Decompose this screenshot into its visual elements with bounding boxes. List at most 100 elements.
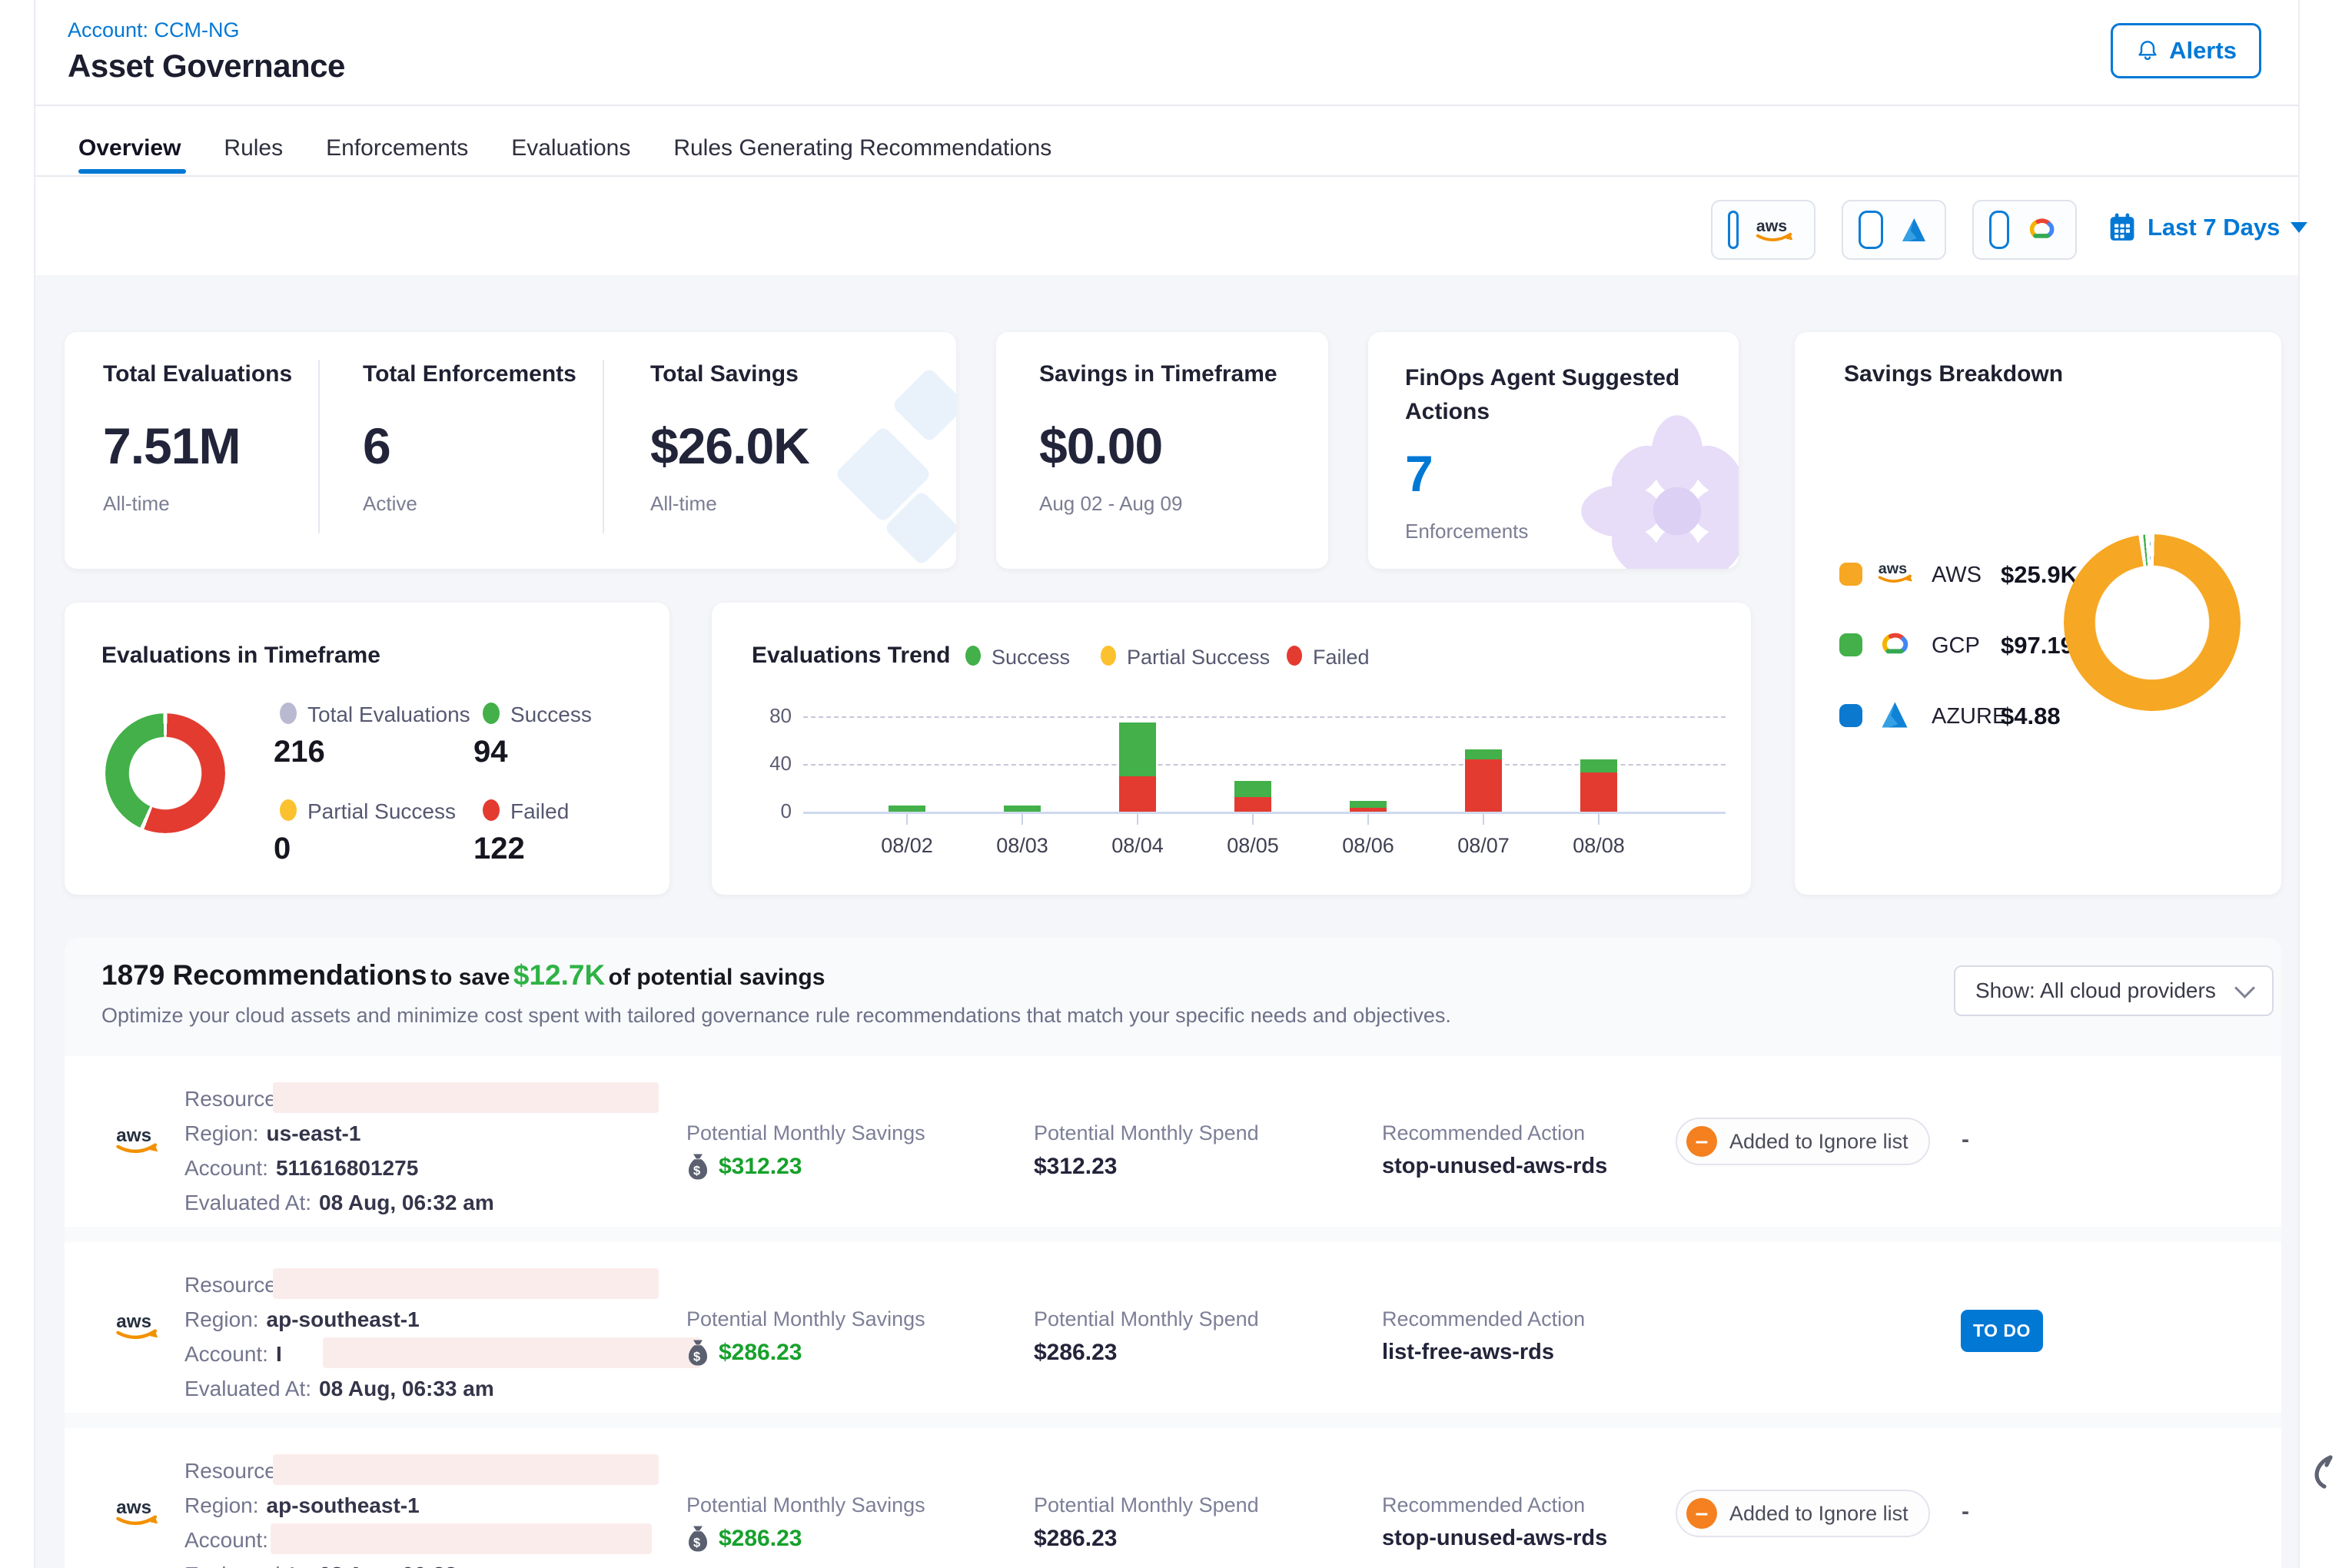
total-savings-sub: All-time: [650, 492, 717, 516]
trend-partial-dot: [1101, 646, 1116, 666]
azure-legend-name: AZURE: [1932, 704, 2007, 729]
savings-timeframe-value: $0.00: [1039, 417, 1162, 475]
money-bag-icon: $: [686, 1153, 709, 1184]
x-axis-tick-label: 08/02: [881, 834, 933, 858]
trend-bar-segment-failed: [1465, 759, 1502, 812]
gcp-legend-name: GCP: [1932, 633, 1980, 659]
aws-logo-icon: aws: [1876, 556, 1918, 591]
date-range-picker[interactable]: Last 7 Days: [2108, 212, 2307, 243]
azure-checkbox[interactable]: [1859, 211, 1883, 249]
recommendation-row[interactable]: aws Resource: Region:ap-southeast-1 Acco…: [65, 1242, 2281, 1413]
trend-bar-segment-success: [1004, 806, 1041, 812]
x-axis-tick-label: 08/07: [1457, 834, 1510, 858]
recommended-action-value: stop-unused-aws-rds: [1382, 1526, 1607, 1551]
stats-card-totals: Total Evaluations 7.51M All-time Total E…: [65, 332, 956, 569]
azure-legend-value: $4.88: [2001, 703, 2061, 730]
money-bag-icon: $: [686, 1339, 709, 1370]
tab-rules-generating-recommendations[interactable]: Rules Generating Recommendations: [673, 135, 1051, 161]
tabs-divider: [34, 175, 2298, 177]
aws-checkbox[interactable]: [1728, 211, 1739, 249]
added-to-ignore-list-pill[interactable]: – Added to Ignore list: [1676, 1490, 1930, 1537]
x-axis-tick: [1367, 814, 1369, 825]
provider-filter-gcp[interactable]: [1972, 200, 2077, 260]
total-enforcements-sub: Active: [363, 492, 417, 516]
trend-success-dot: [965, 646, 981, 666]
tab-overview[interactable]: Overview: [78, 135, 181, 161]
page-title: Asset Governance: [68, 48, 345, 85]
chevron-down-icon: [2234, 978, 2255, 998]
gcp-legend-swatch: [1839, 633, 1862, 656]
recommendation-row[interactable]: aws Resource: Region:ap-southeast-1 Acco…: [65, 1428, 2281, 1568]
bell-icon: [2135, 38, 2160, 63]
evaluated-at-label: Evaluated At:: [184, 1563, 311, 1568]
tab-rules[interactable]: Rules: [224, 135, 283, 161]
ignore-pill-label: Added to Ignore list: [1729, 1130, 1909, 1154]
alerts-label: Alerts: [2169, 37, 2237, 65]
potential-monthly-spend-label: Potential Monthly Spend: [1034, 1493, 1259, 1517]
provider-filter-azure[interactable]: [1842, 200, 1946, 260]
savings-breakdown-donut: [2064, 534, 2241, 711]
evaluations-timeframe-donut: [105, 713, 225, 833]
evaluated-at-label: Evaluated At:: [184, 1191, 311, 1215]
resource-label: Resource:: [184, 1087, 283, 1111]
y-axis-tick-label: 40: [769, 752, 792, 776]
date-range-label: Last 7 Days: [2148, 214, 2280, 241]
x-axis-tick: [1483, 814, 1484, 825]
aws-legend-value: $25.9K: [2001, 561, 2078, 589]
total-evaluations-value: 7.51M: [103, 417, 240, 475]
potential-monthly-savings-value: $286.23: [719, 1526, 802, 1552]
trend-bar-segment-failed: [1119, 776, 1156, 812]
show-cloud-providers-select[interactable]: Show: All cloud providers: [1954, 965, 2274, 1016]
provider-filter-aws[interactable]: aws: [1711, 200, 1815, 260]
calendar-icon: [2108, 212, 2137, 243]
total-savings-label: Total Savings: [650, 361, 799, 387]
trend-bar-segment-failed: [1350, 808, 1387, 812]
recommended-action-value: stop-unused-aws-rds: [1382, 1154, 1607, 1179]
potential-monthly-spend-value: $286.23: [1034, 1340, 1117, 1366]
trend-bar-segment-failed: [1580, 772, 1617, 812]
evaluations-timeframe-card: Evaluations in Timeframe Total Evaluatio…: [65, 603, 669, 895]
asset-governance-page: Account: CCM-NG Asset Governance Alerts …: [0, 0, 2352, 1568]
total-enforcements-value: 6: [363, 417, 390, 475]
legend-success-value: 94: [473, 735, 508, 769]
evaluated-at-label: Evaluated At:: [184, 1377, 311, 1401]
trend-bar-segment-success: [1580, 759, 1617, 772]
legend-success-label: Success: [510, 703, 592, 727]
potential-monthly-spend-label: Potential Monthly Spend: [1034, 1307, 1259, 1331]
gcp-logo-icon: [1876, 630, 1915, 663]
evaluated-at-value: 08 Aug, 06:33 am: [319, 1377, 494, 1401]
trend-plot-area: [803, 716, 1726, 814]
x-axis-tick-label: 08/06: [1342, 834, 1394, 858]
total-evaluations-label: Total Evaluations: [103, 361, 292, 387]
svg-text:aws: aws: [116, 1125, 151, 1146]
stats-card-finops-actions: FinOps Agent Suggested Actions 7 Enforce…: [1368, 332, 1739, 569]
legend-partial-success-value: 0: [274, 832, 291, 866]
azure-legend-swatch: [1839, 704, 1862, 727]
tab-enforcements[interactable]: Enforcements: [326, 135, 468, 161]
alerts-button[interactable]: Alerts: [2111, 23, 2261, 78]
tab-evaluations[interactable]: Evaluations: [511, 135, 630, 161]
header-divider: [34, 105, 2298, 106]
potential-monthly-spend-value: $286.23: [1034, 1526, 1117, 1552]
recommended-action-label: Recommended Action: [1382, 1493, 1585, 1517]
potential-monthly-savings-label: Potential Monthly Savings: [686, 1121, 925, 1145]
region-value: us-east-1: [267, 1121, 361, 1146]
gcp-legend-value: $97.19: [2001, 632, 2074, 659]
recommendation-row[interactable]: aws Resource: Region:us-east-1 Account:5…: [65, 1056, 2281, 1227]
region-label: Region:: [184, 1121, 259, 1146]
trend-bar-segment-success: [1465, 749, 1502, 759]
aws-legend-swatch: [1839, 563, 1862, 586]
account-link[interactable]: Account: CCM-NG: [68, 18, 240, 42]
todo-status-badge: TO DO: [1961, 1310, 2043, 1352]
empty-value-dash: -: [1962, 1127, 1969, 1153]
added-to-ignore-list-pill[interactable]: – Added to Ignore list: [1676, 1118, 1930, 1165]
potential-monthly-spend-label: Potential Monthly Spend: [1034, 1121, 1259, 1145]
total-evaluations-sub: All-time: [103, 492, 170, 516]
gcp-checkbox[interactable]: [1989, 211, 2009, 249]
redacted-resource-value: [273, 1268, 659, 1299]
x-axis-tick: [1252, 814, 1254, 825]
legend-partial-success-label: Partial Success: [307, 799, 456, 824]
account-label: Account:: [184, 1528, 268, 1553]
trend-bar-segment-success: [1350, 801, 1387, 808]
trend-bar-segment-success: [1119, 723, 1156, 776]
